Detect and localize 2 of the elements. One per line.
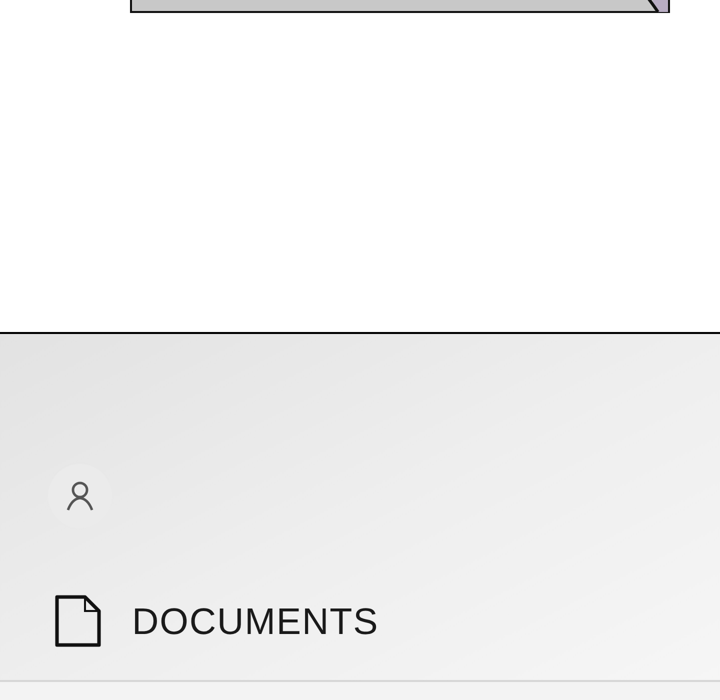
document-icon bbox=[54, 594, 102, 648]
nav-label[interactable]: DOCUMENTS bbox=[132, 602, 379, 640]
